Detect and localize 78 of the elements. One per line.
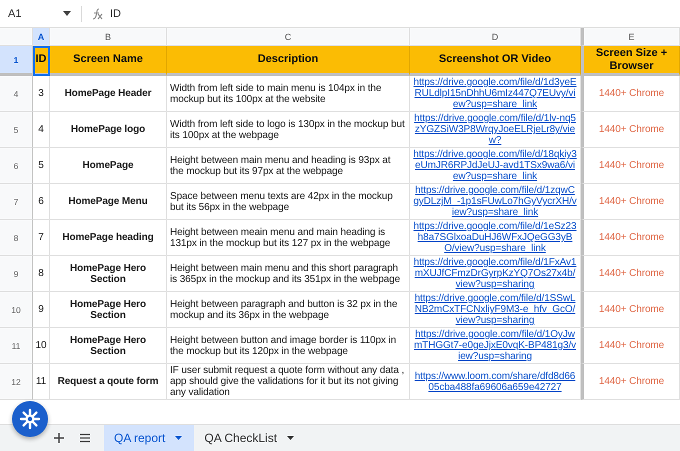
table-cell: 1440+ Chrome: [581, 328, 680, 364]
link[interactable]: https://drive.google.com/file/d/18qkiy3eUmJR6RPJdJeUJ-avd1TSx9wa6/view?usp=share_link: [413, 149, 577, 182]
table-cell: HomePage logo: [50, 112, 167, 148]
table-cell: HomePage Menu: [50, 184, 167, 220]
table-cell: Height between paragraph and button is 32 px in the mockup and its 36px in the webpage: [167, 292, 410, 328]
table-cell: Space between menu texts are 42px in the mockup but its 56px in the webpage: [167, 184, 410, 220]
cell-reference[interactable]: A1: [0, 8, 63, 20]
column-header[interactable]: E: [581, 28, 680, 46]
table-cell: 1440+ Chrome: [581, 292, 680, 328]
assistant-button[interactable]: [12, 401, 48, 437]
link[interactable]: https://drive.google.com/file/d/1eSz23h8a7SGlxoaDuHJ6WFxJQeGG3yBO/view?usp=share_link: [413, 221, 577, 254]
row-number[interactable]: 6: [0, 148, 33, 184]
function-icon: [90, 8, 104, 20]
table-cell: 3: [33, 76, 50, 112]
table-cell: Width from left side to logo is 130px in the mockup but its 100px at the webpage: [167, 112, 410, 148]
table-cell: 1440+ Chrome: [581, 148, 680, 184]
link[interactable]: https://drive.google.com/file/d/1d3yeERULdlpI15nDhhU6mIz447Q7EUvy/view?usp=share_link: [413, 77, 577, 110]
table-cell: 7: [33, 220, 50, 256]
table-cell: 8: [33, 256, 50, 292]
table-cell: Height between main menu and heading is 93px at the mockup but its 97px at the webpage: [167, 148, 410, 184]
header-cell: Description: [167, 46, 410, 76]
sheet-tab[interactable]: QA report: [104, 425, 194, 451]
row-number[interactable]: 12: [0, 364, 33, 400]
table-cell: 1440+ Chrome: [581, 364, 680, 400]
table-cell: HomePage Hero Section: [50, 256, 167, 292]
table-cell: 1440+ Chrome: [581, 220, 680, 256]
table-cell: Height between meain menu and main heading is 131px in the mockup but its 127 px in the webpage: [167, 220, 410, 256]
table-cell: 1440+ Chrome: [581, 184, 680, 220]
table-cell: HomePage: [50, 148, 167, 184]
table-cell: IF user submit request a quote form without any data , app should give the validations for it but its not giving any validation: [167, 364, 410, 400]
table-cell: HomePage Hero Section: [50, 292, 167, 328]
row-number[interactable]: 5: [0, 112, 33, 148]
formula-text[interactable]: ID: [110, 8, 121, 20]
column-header[interactable]: D: [410, 28, 581, 46]
table-cell: HomePage Header: [50, 76, 167, 112]
caret-icon[interactable]: [287, 436, 294, 440]
sheet-tab[interactable]: QA CheckList: [194, 425, 306, 451]
row-number[interactable]: 8: [0, 220, 33, 256]
link[interactable]: https://drive.google.com/file/d/1lv-nq5zYGZSiW3P8WrqyJoeELRjeLr8y/view?: [413, 113, 577, 146]
link[interactable]: https://www.loom.com/share/dfd8d6605cba488fa69606a659e42727: [413, 370, 577, 392]
link[interactable]: https://drive.google.com/file/d/1SSwLNB2mCxTFCNxliyF9M3-e_hfv_GcO/view?usp=sharing: [413, 293, 577, 326]
table-cell: 1440+ Chrome: [581, 112, 680, 148]
gear-icon: [19, 408, 41, 430]
table-cell: HomePage heading: [50, 220, 167, 256]
header-cell: ID: [33, 46, 50, 76]
corner-cell[interactable]: [0, 28, 33, 46]
table-cell: Height between main menu and this short paragraph is 365px in the mockup and its 351px in the webpage: [167, 256, 410, 292]
row-number[interactable]: 1: [0, 46, 33, 76]
table-cell: Height between button and image border is 110px in the mockup but its 120px in the webpage: [167, 328, 410, 364]
table-cell: 4: [33, 112, 50, 148]
row-number[interactable]: 4: [0, 76, 33, 112]
column-header[interactable]: A: [33, 28, 50, 46]
table-cell: HomePage Hero Section: [50, 328, 167, 364]
table-cell: 1440+ Chrome: [581, 76, 680, 112]
table-cell: 11: [33, 364, 50, 400]
column-header[interactable]: B: [50, 28, 167, 46]
link[interactable]: https://drive.google.com/file/d/1OyJwmTHGGt7-e0geJjxE0vqK-BP481g3/view?usp=sharing: [413, 329, 577, 362]
caret-icon[interactable]: [63, 11, 71, 16]
row-number[interactable]: 7: [0, 184, 33, 220]
link[interactable]: https://drive.google.com/file/d/1FxAv1mXUJfCFmzDrGyrpKzYQ7Os27x4b/view?usp=sharing: [413, 257, 577, 290]
table-cell: Request a qoute form: [50, 364, 167, 400]
caret-icon[interactable]: [175, 436, 182, 440]
row-number[interactable]: 9: [0, 256, 33, 292]
menu-icon[interactable]: [78, 431, 92, 445]
row-number[interactable]: 10: [0, 292, 33, 328]
row-number[interactable]: 11: [0, 328, 33, 364]
header-cell: Screen Name: [50, 46, 167, 76]
header-cell: Screen Size + Browser: [581, 46, 680, 76]
table-cell: 1440+ Chrome: [581, 256, 680, 292]
table-cell: 9: [33, 292, 50, 328]
add-icon[interactable]: [52, 431, 66, 445]
column-header[interactable]: C: [167, 28, 410, 46]
link[interactable]: https://drive.google.com/file/d/1zqwCgyDLzjM_-1p1sFUwLo7hGyVycrXH/view?usp=share_link: [413, 185, 577, 218]
table-cell: Width from left side to main menu is 104px in the mockup but its 100px at the website: [167, 76, 410, 112]
table-cell: 5: [33, 148, 50, 184]
header-cell: Screenshot OR Video: [410, 46, 581, 76]
table-cell: 10: [33, 328, 50, 364]
table-cell: 6: [33, 184, 50, 220]
